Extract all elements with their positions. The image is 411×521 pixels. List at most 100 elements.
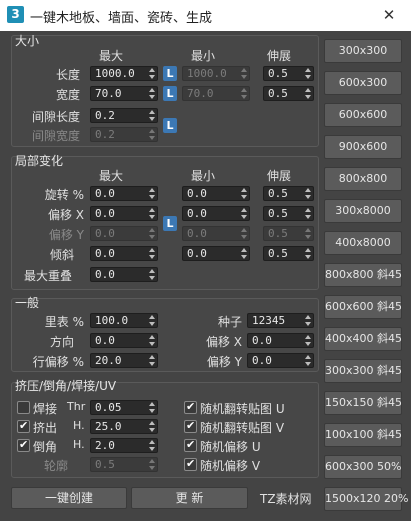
extrude-checkbox[interactable]: [17, 419, 30, 433]
preset-button[interactable]: 900x600: [324, 135, 402, 159]
gap-length-spinner[interactable]: 0.2: [90, 108, 158, 123]
rotate-min-spinner[interactable]: 0.0: [182, 186, 250, 201]
offset-y-label: 偏移 Y: [48, 228, 84, 242]
preset-button[interactable]: 100x100 斜45: [324, 423, 402, 447]
row-offset-spinner[interactable]: 20.0: [90, 353, 158, 368]
spinner-arrows-icon[interactable]: [148, 355, 156, 367]
preset-button[interactable]: 600x300: [324, 71, 402, 95]
local-header-min: 最小: [190, 169, 215, 183]
gap-lock-button[interactable]: L: [163, 118, 177, 133]
local-lock-button[interactable]: L: [163, 216, 177, 231]
width-max-spinner[interactable]: 70.0: [90, 86, 158, 101]
spinner-arrows-icon[interactable]: [304, 355, 312, 367]
random-flip-u-checkbox[interactable]: [184, 400, 197, 414]
preset-button[interactable]: 600x600: [324, 103, 402, 127]
spinner-arrows-icon[interactable]: [240, 188, 248, 200]
create-button[interactable]: 一键创建: [11, 487, 127, 509]
skew-extend-spinner[interactable]: 0.5: [263, 246, 314, 261]
length-max-spinner[interactable]: 1000.0: [90, 66, 158, 81]
spinner-arrows-icon[interactable]: [304, 315, 312, 327]
offset-x-max-spinner[interactable]: 0.0: [90, 206, 158, 221]
spinner-arrows-icon[interactable]: [148, 68, 156, 80]
window-title: 一键木地板、墙面、瓷砖、生成: [30, 11, 213, 26]
skew-max-spinner[interactable]: 0.0: [90, 246, 158, 261]
length-min-spinner: 1000.0: [182, 66, 250, 81]
preset-button[interactable]: 400x400 斜45: [324, 327, 402, 351]
max-overlap-label: 最大重叠: [24, 269, 73, 283]
update-button[interactable]: 更 新: [131, 487, 248, 509]
length-extend-spinner[interactable]: 0.5: [263, 66, 314, 81]
random-offset-u-label: 随机偏移 U: [200, 440, 261, 454]
spinner-arrows-icon[interactable]: [148, 440, 156, 452]
size-group-title: 大小: [15, 34, 40, 48]
seed-label: 种子: [217, 315, 242, 329]
spinner-arrows-icon[interactable]: [304, 188, 312, 200]
random-offset-v-checkbox[interactable]: [184, 457, 197, 471]
length-lock-button[interactable]: L: [163, 66, 177, 81]
general-group-title: 一般: [15, 296, 40, 310]
spinner-arrows-icon[interactable]: [148, 402, 156, 414]
preset-button[interactable]: 600x600 斜45: [324, 295, 402, 319]
spinner-arrows-icon[interactable]: [148, 269, 156, 281]
skew-min-spinner[interactable]: 0.0: [182, 246, 250, 261]
width-lock-button[interactable]: L: [163, 86, 177, 101]
spinner-arrows-icon[interactable]: [240, 248, 248, 260]
spinner-arrows-icon: [304, 228, 312, 240]
general-offset-x-spinner[interactable]: 0.0: [247, 333, 314, 348]
offset-x-min-spinner[interactable]: 0.0: [182, 206, 250, 221]
preset-button[interactable]: 1500x120 20%: [324, 487, 408, 511]
random-flip-v-label: 随机翻转贴图 V: [200, 421, 285, 435]
preset-button[interactable]: 300x300: [324, 39, 402, 63]
rotate-extend-spinner[interactable]: 0.5: [263, 186, 314, 201]
spinner-arrows-icon[interactable]: [304, 335, 312, 347]
spinner-arrows-icon[interactable]: [148, 208, 156, 220]
direction-spinner[interactable]: 0.0: [90, 333, 158, 348]
random-flip-v-checkbox[interactable]: [184, 419, 197, 433]
spinner-arrows-icon: [148, 228, 156, 240]
max-overlap-spinner[interactable]: 0.0: [90, 267, 158, 282]
spinner-arrows-icon: [240, 68, 248, 80]
scale-spinner[interactable]: 100.0: [90, 313, 158, 328]
general-offset-y-label: 偏移 Y: [206, 355, 242, 369]
spinner-arrows-icon[interactable]: [148, 110, 156, 122]
extrude-spinner[interactable]: 25.0: [90, 419, 158, 434]
weld-thr-label: Thr: [67, 400, 86, 413]
row-offset-label: 行偏移 %: [32, 355, 84, 369]
spinner-arrows-icon[interactable]: [304, 208, 312, 220]
general-offset-y-spinner[interactable]: 0.0: [247, 353, 314, 368]
size-header-max: 最大: [98, 49, 123, 63]
spinner-arrows-icon[interactable]: [148, 421, 156, 433]
outline-spinner: 0.5: [90, 457, 158, 472]
weld-spinner[interactable]: 0.05: [90, 400, 158, 415]
title-bar[interactable]: 3 一键木地板、墙面、瓷砖、生成 ✕: [0, 0, 411, 31]
preset-button[interactable]: 300x300 斜45: [324, 359, 402, 383]
rotate-max-spinner[interactable]: 0.0: [90, 186, 158, 201]
preset-button[interactable]: 400x8000: [324, 231, 402, 255]
spinner-arrows-icon[interactable]: [148, 335, 156, 347]
preset-button[interactable]: 600x300 50%: [324, 455, 402, 479]
spinner-arrows-icon[interactable]: [148, 88, 156, 100]
chamfer-h-label: H.: [73, 438, 85, 451]
spinner-arrows-icon[interactable]: [148, 188, 156, 200]
spinner-arrows-icon[interactable]: [148, 248, 156, 260]
width-min-spinner: 70.0: [182, 86, 250, 101]
random-offset-u-checkbox[interactable]: [184, 438, 197, 452]
spinner-arrows-icon[interactable]: [304, 88, 312, 100]
preset-button[interactable]: 800x800: [324, 167, 402, 191]
close-icon[interactable]: ✕: [377, 4, 401, 26]
width-extend-spinner[interactable]: 0.5: [263, 86, 314, 101]
brand-label: TZ素材网: [260, 492, 312, 506]
spinner-arrows-icon[interactable]: [148, 315, 156, 327]
preset-button[interactable]: 800x800 斜45: [324, 263, 402, 287]
preset-button[interactable]: 150x150 斜45: [324, 391, 402, 415]
spinner-arrows-icon[interactable]: [304, 248, 312, 260]
chamfer-checkbox[interactable]: [17, 438, 30, 452]
preset-button[interactable]: 300x8000: [324, 199, 402, 223]
seed-spinner[interactable]: 12345: [247, 313, 314, 328]
local-variation-title: 局部变化: [15, 154, 64, 168]
offset-x-extend-spinner[interactable]: 0.5: [263, 206, 314, 221]
chamfer-spinner[interactable]: 2.0: [90, 438, 158, 453]
spinner-arrows-icon[interactable]: [240, 208, 248, 220]
spinner-arrows-icon[interactable]: [304, 68, 312, 80]
weld-checkbox[interactable]: [17, 401, 30, 414]
